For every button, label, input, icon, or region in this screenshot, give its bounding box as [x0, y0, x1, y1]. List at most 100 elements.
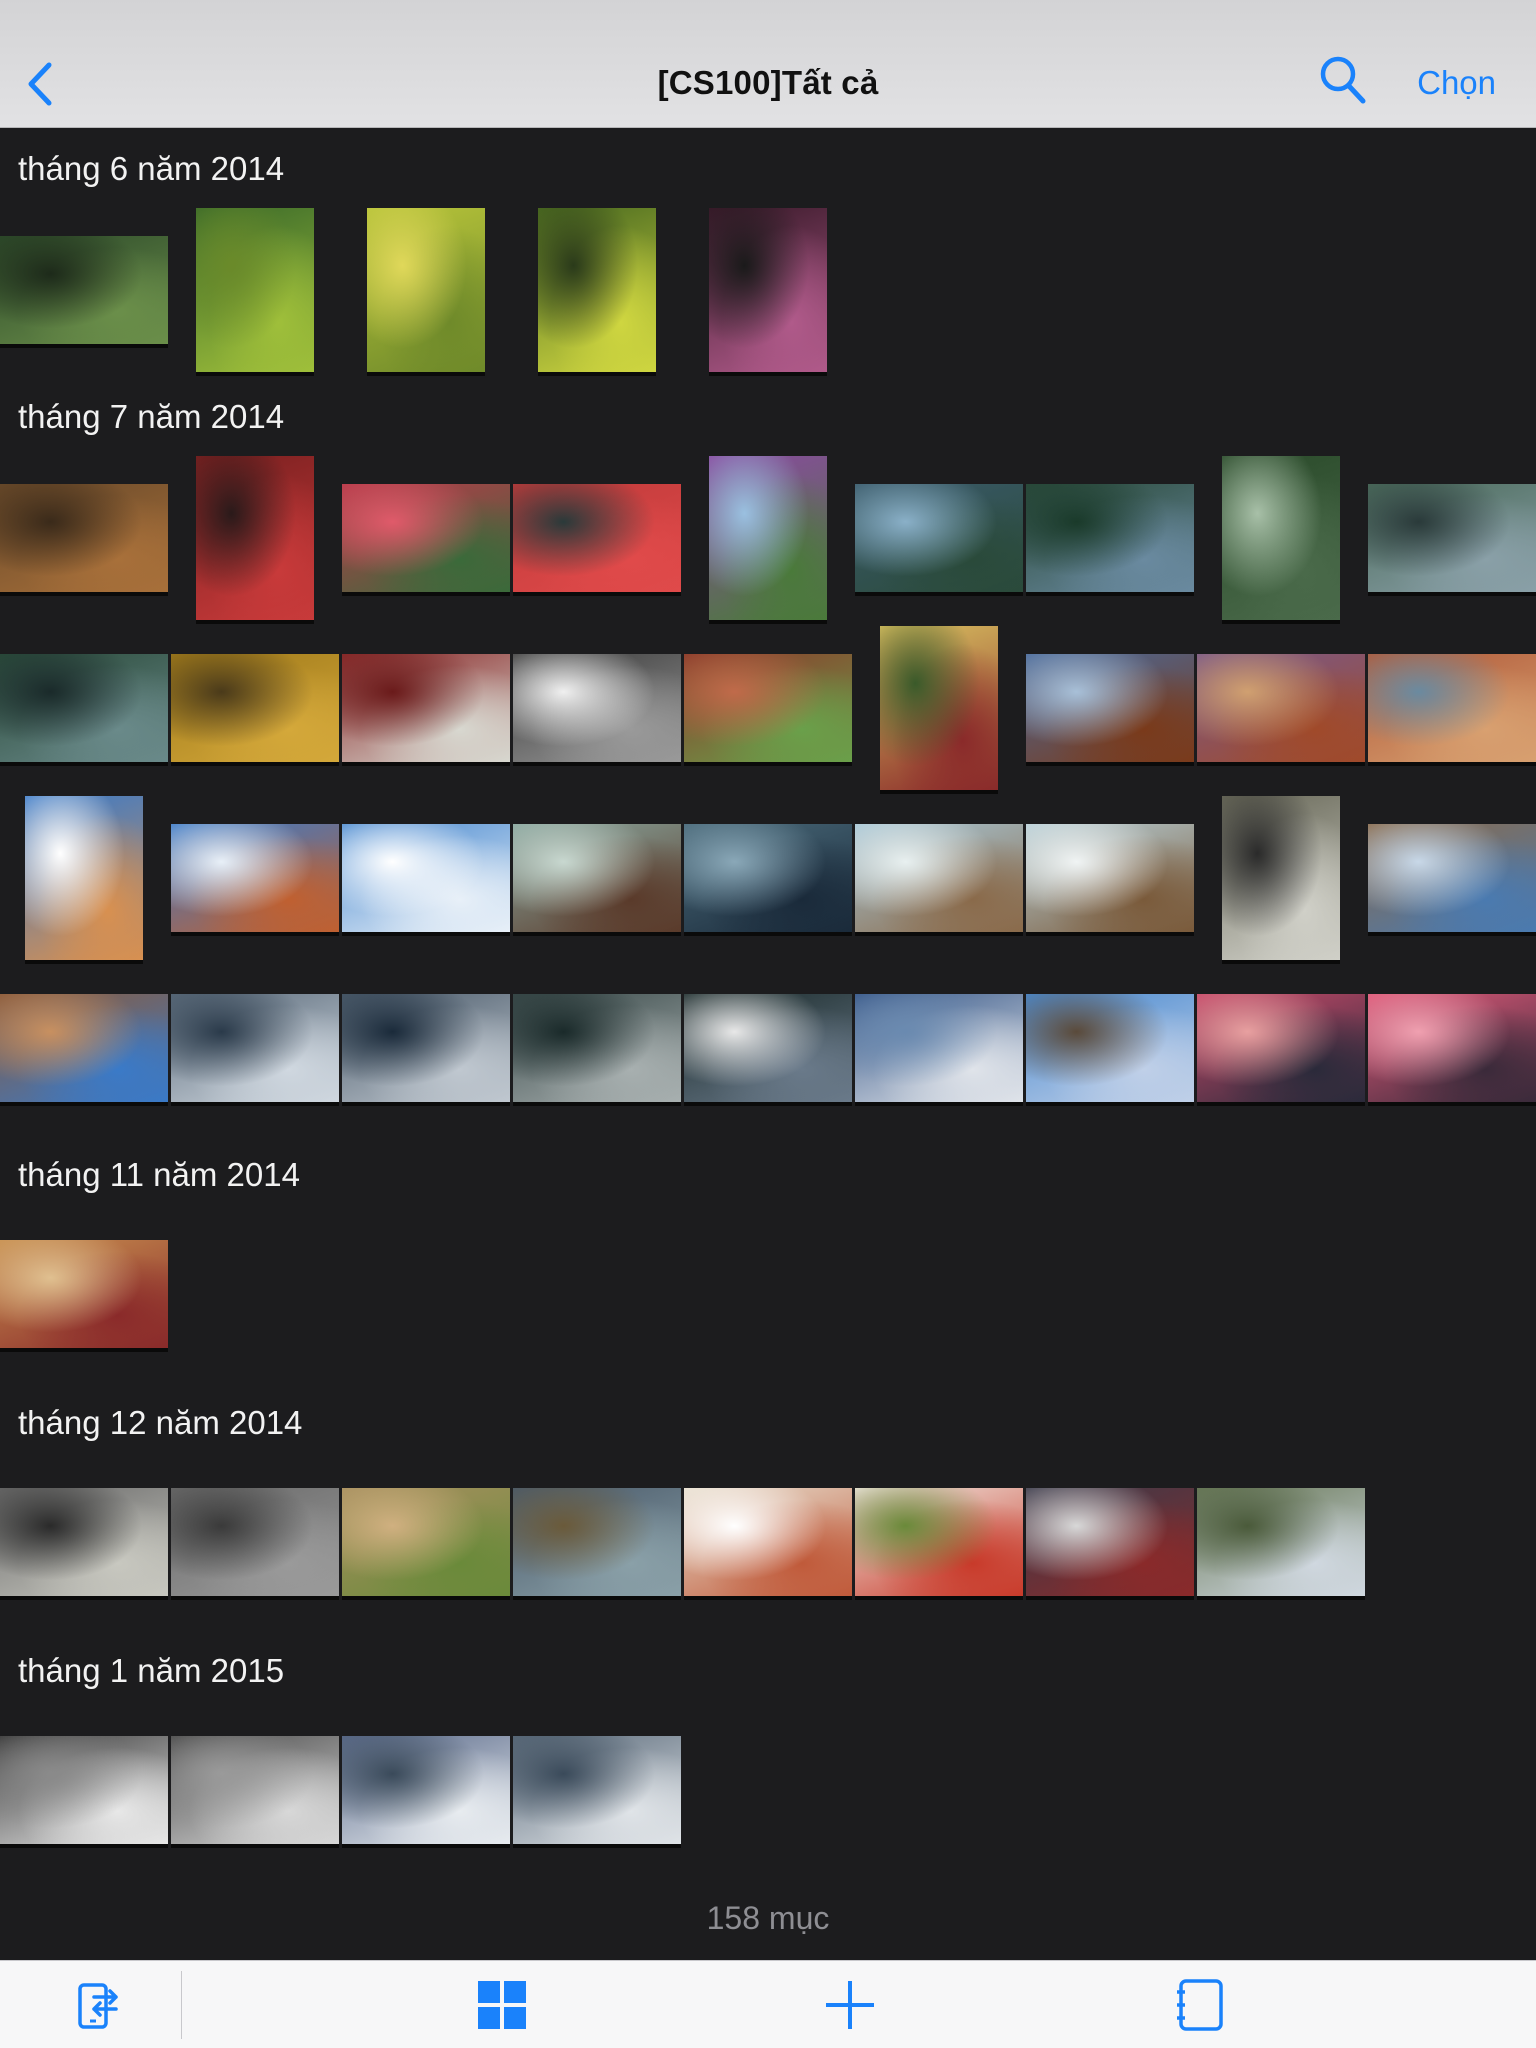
photo-thumbnail[interactable] [513, 484, 681, 596]
photo-thumbnail[interactable] [1368, 824, 1536, 936]
section-header-january-2015: tháng 1 năm 2015 [18, 1652, 285, 1689]
photo-thumbnail[interactable] [855, 824, 1023, 936]
photo-thumbnail[interactable] [171, 654, 339, 766]
photo-thumbnail[interactable] [342, 654, 510, 766]
photo-thumbnail[interactable] [0, 236, 168, 348]
photo-image [171, 1488, 339, 1596]
photo-thumbnail[interactable] [684, 994, 852, 1106]
section-header-december-2014: tháng 12 năm 2014 [18, 1404, 303, 1441]
photo-thumbnail[interactable] [342, 1736, 510, 1848]
photo-image [1026, 654, 1194, 762]
back-button[interactable] [20, 60, 60, 108]
photo-thumbnail[interactable] [709, 208, 827, 376]
search-icon [1320, 56, 1366, 104]
photo-image [1222, 456, 1340, 620]
navigation-bar: [CS100]Tất cả Chọn [0, 0, 1536, 128]
item-count: 158 mục [706, 1900, 830, 1936]
photo-thumbnail[interactable] [367, 208, 485, 376]
grid-view-button[interactable] [470, 1973, 534, 2037]
photo-image [709, 456, 827, 620]
photo-thumbnail[interactable] [684, 1488, 852, 1600]
photo-thumbnail[interactable] [342, 824, 510, 936]
photo-image [1026, 994, 1194, 1102]
photo-image [342, 824, 510, 932]
photo-thumbnail[interactable] [171, 994, 339, 1106]
photo-thumbnail[interactable] [1368, 484, 1536, 596]
photo-image [855, 484, 1023, 592]
photo-thumbnail[interactable] [855, 994, 1023, 1106]
photo-image [367, 208, 485, 372]
photo-thumbnail[interactable] [513, 994, 681, 1106]
toolbar-divider [181, 1971, 182, 2039]
search-button[interactable] [1318, 54, 1368, 106]
photo-image [0, 236, 168, 344]
photo-image [171, 654, 339, 762]
photo-thumbnail[interactable] [342, 1488, 510, 1600]
photo-thumbnail[interactable] [684, 824, 852, 936]
photo-image [855, 994, 1023, 1102]
add-icon [826, 1981, 874, 2029]
photo-thumbnail[interactable] [0, 484, 168, 596]
photo-thumbnail[interactable] [25, 796, 143, 964]
photo-image [1368, 824, 1536, 932]
photo-thumbnail[interactable] [1026, 484, 1194, 596]
photo-thumbnail[interactable] [0, 1240, 168, 1352]
photo-thumbnail[interactable] [1026, 654, 1194, 766]
chevron-left-icon [28, 62, 52, 106]
photo-image [0, 484, 168, 592]
photo-thumbnail[interactable] [171, 1488, 339, 1600]
photo-thumbnail[interactable] [1026, 824, 1194, 936]
photo-thumbnail[interactable] [538, 208, 656, 376]
photo-image [342, 994, 510, 1102]
photo-image [0, 994, 168, 1102]
photo-image [1368, 994, 1536, 1102]
photo-thumbnail[interactable] [1222, 796, 1340, 964]
photo-thumbnail[interactable] [1026, 1488, 1194, 1600]
photo-thumbnail[interactable] [1026, 994, 1194, 1106]
photo-image [855, 1488, 1023, 1596]
photo-thumbnail[interactable] [709, 456, 827, 624]
photo-image [25, 796, 143, 960]
photo-thumbnail[interactable] [342, 994, 510, 1106]
grid-icon [478, 1981, 526, 2029]
photo-thumbnail[interactable] [1197, 654, 1365, 766]
photo-thumbnail[interactable] [171, 1736, 339, 1848]
photo-thumbnail[interactable] [0, 654, 168, 766]
bottom-toolbar [0, 1960, 1536, 2048]
photo-thumbnail[interactable] [880, 626, 998, 794]
photo-thumbnail[interactable] [196, 208, 314, 376]
transfer-button[interactable] [64, 1973, 128, 2037]
photo-thumbnail[interactable] [1368, 994, 1536, 1106]
photo-image [0, 1240, 168, 1348]
photo-thumbnail[interactable] [513, 1736, 681, 1848]
add-button[interactable] [818, 1973, 882, 2037]
photo-thumbnail[interactable] [342, 484, 510, 596]
photo-thumbnail[interactable] [0, 994, 168, 1106]
photo-image [513, 994, 681, 1102]
photo-thumbnail[interactable] [0, 1736, 168, 1848]
photo-thumbnail[interactable] [196, 456, 314, 624]
photo-image [513, 1736, 681, 1844]
photo-image [684, 654, 852, 762]
photo-thumbnail[interactable] [684, 654, 852, 766]
photo-image [1368, 654, 1536, 762]
photo-thumbnail[interactable] [855, 484, 1023, 596]
photo-image [196, 456, 314, 620]
photo-thumbnail[interactable] [1197, 1488, 1365, 1600]
photo-thumbnail[interactable] [1222, 456, 1340, 624]
photo-image [171, 994, 339, 1102]
select-button[interactable]: Chọn [1417, 64, 1496, 102]
photo-image [513, 1488, 681, 1596]
photo-thumbnail[interactable] [171, 824, 339, 936]
photo-image [1026, 1488, 1194, 1596]
photo-image [342, 654, 510, 762]
photo-thumbnail[interactable] [513, 654, 681, 766]
photo-thumbnail[interactable] [1197, 994, 1365, 1106]
photo-image [196, 208, 314, 372]
photo-thumbnail[interactable] [1368, 654, 1536, 766]
photo-thumbnail[interactable] [855, 1488, 1023, 1600]
photo-thumbnail[interactable] [513, 1488, 681, 1600]
photo-thumbnail[interactable] [513, 824, 681, 936]
album-button[interactable] [1168, 1973, 1232, 2037]
photo-thumbnail[interactable] [0, 1488, 168, 1600]
